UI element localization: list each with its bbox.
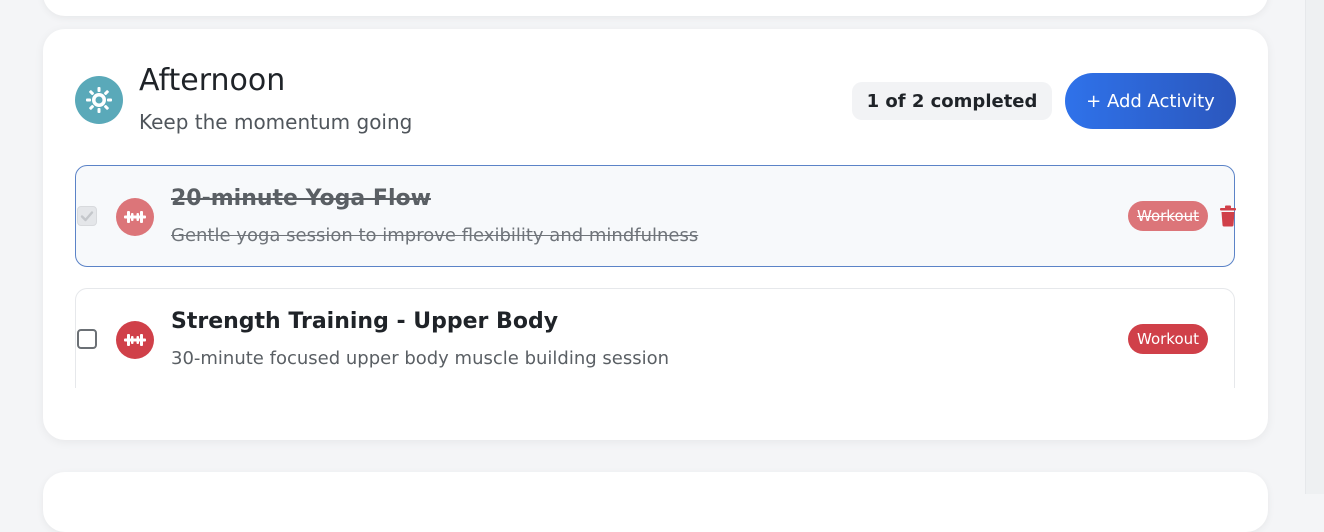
activity-description: Gentle yoga session to improve flexibili… [171, 225, 699, 246]
dumbbell-icon [116, 198, 154, 236]
dumbbell-icon [116, 321, 154, 359]
trash-icon[interactable] [1219, 205, 1237, 227]
check-icon [80, 211, 94, 222]
activity-checkbox[interactable] [77, 206, 97, 226]
sun-icon [75, 76, 123, 124]
category-tag: Workout [1128, 201, 1209, 231]
activity-title: Strength Training - Upper Body [171, 309, 559, 334]
section-subtitle: Keep the momentum going [139, 110, 413, 134]
add-activity-button[interactable]: + Add Activity [1065, 73, 1236, 129]
afternoon-section-card: Afternoon Keep the momentum going 1 of 2… [43, 29, 1268, 440]
activity-checkbox[interactable] [77, 329, 97, 349]
next-section-card [43, 472, 1268, 532]
section-title: Afternoon [139, 63, 286, 98]
activity-item[interactable]: Strength Training - Upper Body 30-minute… [75, 288, 1235, 388]
progress-badge: 1 of 2 completed [852, 82, 1052, 120]
activity-description: 30-minute focused upper body muscle buil… [171, 348, 670, 369]
activity-title: 20-minute Yoga Flow [171, 186, 431, 211]
category-tag: Workout [1128, 324, 1209, 354]
activity-item[interactable]: 20-minute Yoga Flow Gentle yoga session … [75, 165, 1237, 267]
previous-section-card [43, 0, 1268, 16]
scrollbar[interactable] [1305, 0, 1324, 494]
